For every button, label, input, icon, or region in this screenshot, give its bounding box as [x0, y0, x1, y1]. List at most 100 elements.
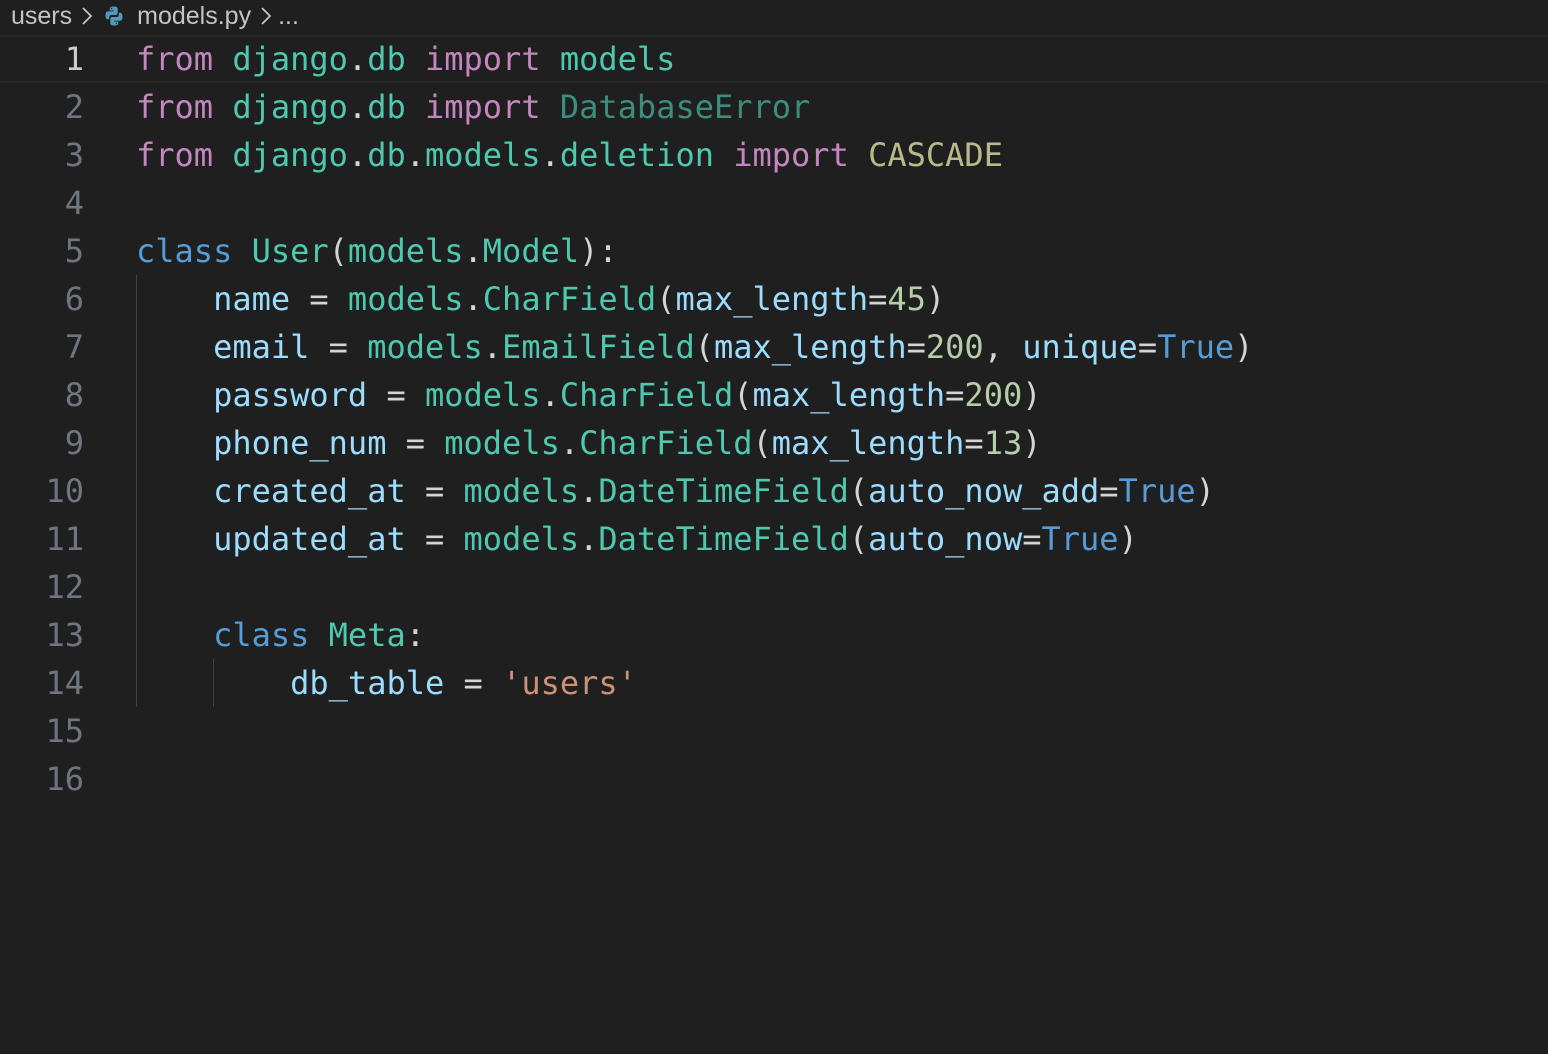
code-token: .	[347, 40, 368, 78]
code-token: =	[1137, 328, 1158, 366]
code-token: CharField	[559, 376, 734, 414]
code-token: .	[540, 136, 560, 174]
code-text: name = models.CharField(max_length=45)	[136, 280, 1548, 318]
code-token: (	[694, 328, 714, 366]
code-token: )	[1118, 520, 1138, 558]
code-line[interactable]: 12	[0, 563, 1548, 611]
line-number: 16	[45, 760, 84, 798]
code-line[interactable]: 15	[0, 707, 1548, 755]
code-token: unique	[1022, 328, 1138, 366]
code-token: )	[1234, 328, 1254, 366]
code-token: password	[213, 376, 368, 414]
code-text: created_at = models.DateTimeField(auto_n…	[136, 472, 1548, 510]
chevron-right-icon	[260, 6, 272, 26]
code-line[interactable]: 1 from django.db import models	[0, 35, 1548, 83]
code-line[interactable]: 8 password = models.CharField(max_length…	[0, 371, 1548, 419]
code-token: =	[309, 328, 368, 366]
code-token: models	[424, 136, 541, 174]
code-text: from django.db.models.deletion import CA…	[136, 136, 1548, 174]
code-token: import	[733, 136, 849, 174]
code-token: django	[232, 40, 348, 78]
code-token: db	[367, 40, 406, 78]
code-token: models	[347, 280, 464, 318]
line-number: 10	[45, 472, 84, 510]
breadcrumb-file[interactable]: models.py	[137, 2, 251, 31]
code-token: .	[579, 520, 599, 558]
code-token: .	[579, 472, 599, 510]
code-token: models	[424, 376, 541, 414]
code-token: django	[232, 136, 348, 174]
code-token: =	[906, 328, 926, 366]
line-number: 5	[64, 232, 84, 270]
code-token: True	[1041, 520, 1119, 558]
code-line[interactable]: 10 created_at = models.DateTimeField(aut…	[0, 467, 1548, 515]
code-token: db_table	[290, 664, 445, 702]
code-token: import	[424, 40, 541, 78]
code-token: db	[367, 88, 406, 126]
code-line[interactable]: 5 class User(models.Model):	[0, 227, 1548, 275]
line-number: 8	[64, 376, 84, 414]
code-token: from	[136, 136, 214, 174]
code-token: db	[367, 136, 406, 174]
code-token: =	[1022, 520, 1042, 558]
code-text: from django.db import DatabaseError	[136, 88, 1548, 126]
editor-window: users models.py ... 1 from django.db impo…	[0, 0, 1548, 1054]
code-token: =	[386, 424, 445, 462]
code-editor[interactable]: 1 from django.db import models 2 from djang…	[0, 35, 1548, 1054]
code-line[interactable]: 9 phone_num = models.CharField(max_lengt…	[0, 419, 1548, 467]
code-token: EmailField	[502, 328, 695, 366]
code-token: updated_at	[213, 520, 406, 558]
code-token: max_length	[771, 424, 965, 462]
code-line[interactable]: 3 from django.db.models.deletion import C…	[0, 131, 1548, 179]
code-token: )	[925, 280, 946, 318]
code-line[interactable]: 6 name = models.CharField(max_length=45)	[0, 275, 1548, 323]
code-line[interactable]: 2 from django.db import DatabaseError	[0, 83, 1548, 131]
line-number: 9	[64, 424, 84, 462]
code-token: CASCADE	[868, 136, 1003, 174]
code-token: =	[868, 280, 888, 318]
code-token: =	[405, 472, 464, 510]
code-token: .	[463, 232, 483, 270]
code-line[interactable]: 14 db_table = 'users'	[0, 659, 1548, 707]
code-token: models	[444, 424, 560, 462]
code-token: models	[559, 40, 676, 78]
code-token: DateTimeField	[598, 472, 849, 510]
code-line[interactable]: 4	[0, 179, 1548, 227]
code-token: (	[656, 280, 676, 318]
code-token: auto_now_add	[868, 472, 1100, 510]
code-token: ,	[983, 328, 1023, 366]
line-number: 7	[64, 328, 84, 366]
breadcrumb-folder[interactable]: users	[11, 2, 72, 31]
code-token: DateTimeField	[598, 520, 849, 558]
code-token: auto_now	[868, 520, 1023, 558]
chevron-right-icon	[81, 6, 93, 26]
code-token: class	[136, 232, 233, 270]
line-number: 13	[45, 616, 84, 654]
code-token: django	[232, 88, 348, 126]
code-token: (	[848, 520, 869, 558]
code-line[interactable]: 16	[0, 755, 1548, 803]
code-text: updated_at = models.DateTimeField(auto_n…	[136, 520, 1548, 558]
code-token: Model	[482, 232, 580, 270]
code-token: .	[347, 136, 368, 174]
code-token: phone_num	[213, 424, 387, 462]
code-token: models	[463, 472, 580, 510]
code-token: (	[848, 472, 869, 510]
code-line[interactable]: 13 class Meta:	[0, 611, 1548, 659]
code-token: =	[290, 280, 348, 318]
code-line[interactable]: 11 updated_at = models.DateTimeField(aut…	[0, 515, 1548, 563]
code-token: CharField	[579, 424, 753, 462]
line-number: 14	[45, 664, 84, 702]
code-text: class User(models.Model):	[136, 232, 1548, 270]
breadcrumb-symbols[interactable]: ...	[278, 2, 299, 31]
code-token: (	[752, 424, 772, 462]
code-line[interactable]: 7 email = models.EmailField(max_length=2…	[0, 323, 1548, 371]
